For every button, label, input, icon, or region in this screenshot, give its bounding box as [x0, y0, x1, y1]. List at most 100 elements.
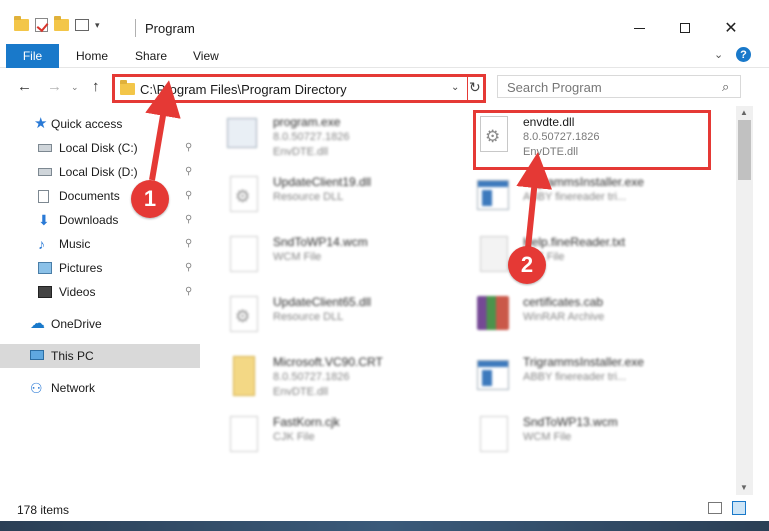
disk-icon: [38, 168, 52, 176]
recent-locations-icon[interactable]: ⌄: [71, 82, 79, 93]
file-item[interactable]: UpdateClient65.dll Resource DLL: [203, 290, 443, 342]
tab-share[interactable]: Share: [135, 49, 167, 63]
file-detail: WCM File: [273, 251, 322, 263]
forward-button[interactable]: →: [47, 78, 62, 95]
sidebar-item-label: Videos: [59, 285, 96, 299]
pin-icon[interactable]: ⚲: [185, 238, 192, 249]
search-icon[interactable]: ⌕: [722, 79, 729, 95]
file-detail: EnvDTE.dll: [523, 146, 579, 158]
tab-view[interactable]: View: [193, 49, 219, 63]
dll-icon: [230, 296, 258, 332]
sidebar-item-label: Quick access: [51, 117, 123, 131]
computer-icon: [30, 350, 44, 360]
status-bar: 178 items: [0, 497, 769, 521]
sidebar-item-documents[interactable]: Documents ⚲: [0, 184, 200, 208]
maximize-icon: [680, 23, 690, 33]
scroll-thumb[interactable]: [738, 120, 751, 180]
network-icon: ⚇: [30, 380, 43, 396]
close-button[interactable]: ✕: [708, 14, 754, 42]
address-bar[interactable]: C:\Program Files\Program Directory ⌄ ↻: [112, 74, 486, 103]
pin-icon[interactable]: ⚲: [185, 190, 192, 201]
file-name: UpdateClient19.dll: [273, 175, 372, 189]
file-icon: [230, 236, 258, 272]
sidebar-item-downloads[interactable]: ⬇ Downloads ⚲: [0, 208, 200, 232]
file-item[interactable]: SndToWP14.wcm WCM File: [203, 230, 443, 282]
file-item[interactable]: envdte.dll 8.0.50727.1826 EnvDTE.dll: [453, 110, 693, 162]
properties-check-icon[interactable]: [35, 18, 48, 32]
file-name: TrigrammsInstaller.exe: [523, 355, 644, 369]
address-path[interactable]: C:\Program Files\Program Directory: [140, 82, 347, 97]
minimize-button[interactable]: [616, 14, 662, 42]
sidebar-item-label: Network: [51, 381, 96, 395]
file-item[interactable]: program.exe 8.0.50727.1826 EnvDTE.dll: [203, 110, 443, 162]
vertical-scrollbar[interactable]: ▲ ▼: [736, 106, 753, 495]
refresh-icon[interactable]: ↻: [469, 79, 481, 96]
file-name: envdte.dll: [523, 115, 575, 129]
file-detail: ABBY finereader tri...: [523, 191, 627, 203]
file-detail: WCM File: [523, 431, 572, 443]
file-item[interactable]: UpdateClient19.dll Resource DLL: [203, 170, 443, 222]
toolbar-dropdown-icon[interactable]: ▾: [95, 20, 100, 31]
sidebar-item-quick-access[interactable]: ★ Quick access: [0, 112, 200, 136]
pin-icon[interactable]: ⚲: [185, 214, 192, 225]
pin-icon[interactable]: ⚲: [185, 166, 192, 177]
exe-icon: [477, 180, 509, 210]
tab-home[interactable]: Home: [76, 49, 108, 63]
expand-ribbon-icon[interactable]: ⌄: [714, 48, 723, 61]
file-icon: [230, 416, 258, 452]
file-item[interactable]: Help.fineReader.txtTXT File: [453, 230, 693, 282]
sidebar-item-label: OneDrive: [51, 317, 102, 331]
large-icons-view-icon[interactable]: [732, 501, 746, 515]
music-icon: ♪: [38, 236, 45, 252]
help-icon[interactable]: ?: [736, 47, 751, 62]
documents-icon: [38, 190, 49, 203]
sidebar-item-pictures[interactable]: Pictures ⚲: [0, 256, 200, 280]
sidebar-item-label: Pictures: [59, 261, 103, 275]
file-item[interactable]: certificates.cab WinRAR Archive: [453, 290, 693, 342]
callout-step-1: 1: [131, 180, 169, 218]
scroll-up-icon[interactable]: ▲: [740, 108, 748, 117]
sidebar-item-local-disk-c[interactable]: Local Disk (C:) ⚲: [0, 136, 200, 160]
file-detail: Resource DLL: [273, 311, 344, 323]
scroll-down-icon[interactable]: ▼: [740, 483, 748, 492]
sidebar-item-label: Local Disk (C:): [59, 141, 138, 155]
file-item[interactable]: Microsoft.VC90.CRT 8.0.50727.1826 EnvDTE.d…: [203, 350, 443, 402]
sidebar-item-videos[interactable]: Videos ⚲: [0, 280, 200, 304]
file-item[interactable]: FastKorn.cjk CJK File: [203, 410, 443, 462]
file-name: certificates.cab: [523, 295, 604, 309]
file-item[interactable]: TrigrammsInstaller.exe ABBY finereader tr…: [453, 350, 693, 402]
customize-icon[interactable]: [75, 19, 89, 31]
sidebar-item-local-disk-d[interactable]: Local Disk (D:) ⚲: [0, 160, 200, 184]
file-item[interactable]: TrigrammsInstaller.exe ABBY finereader tr…: [453, 170, 693, 222]
pin-icon[interactable]: ⚲: [185, 262, 192, 273]
file-item[interactable]: SndToWP13.wcm WCM File: [453, 410, 693, 462]
pin-icon[interactable]: ⚲: [185, 142, 192, 153]
up-button[interactable]: ↑: [92, 78, 100, 95]
details-view-icon[interactable]: [708, 502, 722, 514]
sidebar-item-music[interactable]: ♪ Music ⚲: [0, 232, 200, 256]
file-name: TrigrammsInstaller.exe: [523, 175, 644, 189]
file-name: SndToWP14.wcm: [273, 235, 368, 249]
file-name: SndToWP13.wcm: [523, 415, 618, 429]
sidebar-item-label: Documents: [59, 189, 120, 203]
pictures-icon: [38, 262, 52, 274]
tab-file[interactable]: File: [6, 44, 59, 68]
sidebar-item-this-pc[interactable]: This PC: [0, 344, 200, 368]
new-folder-icon[interactable]: [54, 16, 69, 31]
title-bar: ▾ Program ✕: [0, 0, 769, 44]
search-input[interactable]: Search Program ⌕: [497, 75, 741, 98]
exe-icon: [477, 360, 509, 390]
archive-icon: [477, 296, 509, 330]
search-placeholder: Search Program: [507, 80, 602, 95]
file-name: FastKorn.cjk: [273, 415, 340, 429]
file-list: program.exe8.0.50727.1826EnvDTE.dllenvdt…: [203, 106, 736, 495]
text-file-icon: [480, 236, 508, 272]
address-dropdown-icon[interactable]: ⌄: [451, 82, 459, 93]
folder-icon[interactable]: [14, 16, 29, 31]
pin-icon[interactable]: ⚲: [185, 286, 192, 297]
maximize-button[interactable]: [662, 14, 708, 42]
sidebar-item-onedrive[interactable]: ☁ OneDrive: [0, 312, 200, 336]
back-button[interactable]: ←: [17, 78, 32, 95]
file-icon: [480, 416, 508, 452]
sidebar-item-network[interactable]: ⚇ Network: [0, 376, 200, 400]
